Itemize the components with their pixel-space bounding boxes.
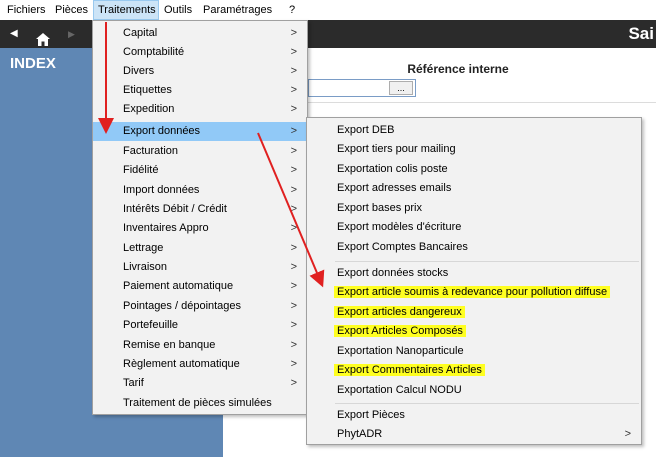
annotation-arrow-diagonal [257, 132, 325, 288]
annotation-arrows [98, 22, 325, 288]
